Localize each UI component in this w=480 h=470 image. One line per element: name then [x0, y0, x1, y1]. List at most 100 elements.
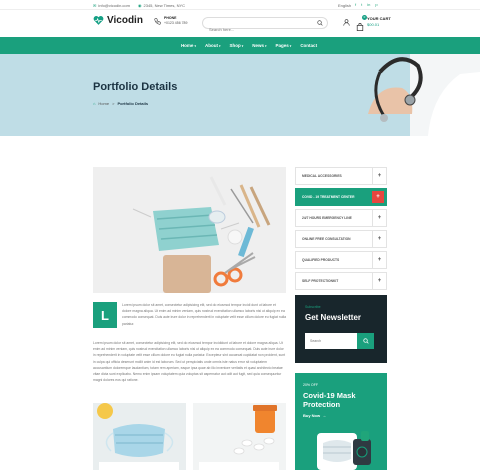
category-label: ONLINE FREE CONSULTATION — [302, 237, 351, 241]
cart-total: $00.01 — [367, 22, 380, 27]
phone-block: PHONE +0123 456 789 — [154, 16, 187, 26]
category-label: QUALIFIED PRODUCTS — [302, 258, 340, 262]
promo-banner: 20% OFF Covid-19 Mask Protection Buy Now… — [295, 373, 387, 470]
newsletter-subtitle: Subscribe — [305, 305, 321, 309]
nav-about[interactable]: About ▾ — [205, 43, 221, 48]
cart-icon-wrap: 0 — [356, 15, 367, 31]
medical-supplies-illustration — [93, 167, 286, 293]
logo[interactable]: Vicodin — [93, 15, 143, 26]
brand-name: Vicodin — [107, 15, 143, 26]
search-icon[interactable] — [317, 20, 323, 26]
category-item[interactable]: MEDICAL ACCESSORIES + — [295, 167, 387, 185]
language-selector[interactable]: English — [338, 3, 351, 8]
search-bar — [202, 17, 328, 35]
language-label: English — [338, 3, 352, 8]
category-label: COVID - 19 TREATMENT CENTER — [302, 195, 355, 199]
main-nav: Home ▾ About ▾ Shop ▾ News ▾ Pages ▾ Contact — [0, 37, 480, 54]
surgical-mask-image — [93, 403, 186, 470]
phone-text: PHONE +0123 456 789 — [164, 16, 187, 26]
nav-pages-label: Pages — [275, 43, 289, 48]
mail-icon: ✉ — [93, 3, 97, 8]
category-item[interactable]: ONLINE FREE CONSULTATION + — [295, 230, 387, 248]
search-icon — [362, 338, 369, 344]
phone-number[interactable]: +0123 456 789 — [164, 21, 187, 25]
nav-home[interactable]: Home ▾ — [181, 43, 196, 48]
portfolio-main-image — [93, 167, 286, 293]
top-bar: ✉ info@vicodin.com ◉ 2345, New Times, NY… — [0, 0, 480, 10]
doctor-stethoscope-image — [368, 54, 480, 136]
plus-icon: + — [372, 273, 386, 289]
newsletter-submit-button[interactable] — [357, 333, 374, 349]
article-body-paragraph: Lorem ipsum dolor sit amet, consectetur … — [93, 341, 286, 383]
page-title: Portfolio Details — [93, 81, 178, 93]
card-caption-bar — [199, 462, 279, 470]
category-item[interactable]: 24/7 HOURS EMERGENCY LINE + — [295, 209, 387, 227]
nav-shop[interactable]: Shop ▾ — [229, 43, 243, 48]
nav-shop-label: Shop — [229, 43, 241, 48]
breadcrumb-separator: > — [112, 101, 115, 106]
plus-icon: + — [372, 210, 386, 226]
user-icon[interactable] — [343, 19, 350, 26]
newsletter-title: Get Newsletter — [305, 313, 362, 322]
newsletter-email-input[interactable] — [305, 333, 357, 349]
cart[interactable]: 0 YOUR CART $00.01 — [356, 15, 391, 31]
category-label: MEDICAL ACCESSORIES — [302, 174, 342, 178]
plus-icon: + — [372, 168, 386, 184]
top-email[interactable]: info@vicodin.com — [98, 3, 130, 8]
top-contact: ✉ info@vicodin.com ◉ 2345, New Times, NY… — [93, 3, 185, 8]
buy-now-button[interactable]: Buy Now → — [303, 413, 326, 418]
phone-icon — [154, 17, 161, 25]
nav-news-label: News — [252, 43, 265, 48]
chevron-down-icon: ▾ — [194, 43, 196, 48]
category-item-active[interactable]: COVID - 19 TREATMENT CENTER + — [295, 188, 387, 206]
breadcrumb-home[interactable]: Home — [98, 101, 109, 106]
search-input[interactable] — [203, 24, 313, 35]
site-header: Vicodin PHONE +0123 456 789 0 YOUR CART — [0, 10, 480, 37]
location-icon: ◉ — [138, 3, 142, 8]
promo-title: Covid-19 Mask Protection — [303, 391, 356, 409]
social-links: f t in p — [355, 2, 378, 7]
breadcrumb: ⌂ Home > Portfolio Details — [93, 101, 148, 106]
breadcrumb-current: Portfolio Details — [117, 101, 149, 106]
category-item[interactable]: QUALIFIED PRODUCTS + — [295, 251, 387, 269]
face-mask-product-image — [317, 431, 371, 470]
dropcap: L — [93, 302, 117, 328]
twitter-icon[interactable]: t — [361, 2, 362, 7]
related-card-mask[interactable] — [93, 403, 186, 470]
cart-text: YOUR CART $00.01 — [367, 16, 391, 28]
nav-contact[interactable]: Contact — [300, 43, 317, 48]
pinterest-icon[interactable]: p — [375, 2, 377, 7]
nav-home-label: Home — [180, 43, 194, 48]
arrow-right-icon: → — [322, 413, 327, 418]
card-caption-bar — [99, 462, 179, 470]
home-icon: ⌂ — [93, 101, 96, 106]
promo-discount: 20% OFF — [303, 383, 318, 387]
chevron-down-icon: ▾ — [289, 43, 292, 48]
article-intro-paragraph: Lorem ipsum dolor sit amet, consectetur … — [122, 303, 286, 326]
facebook-icon[interactable]: f — [355, 2, 356, 7]
plus-icon: + — [372, 252, 386, 268]
related-card-pills[interactable] — [193, 403, 286, 470]
newsletter-widget: Subscribe Get Newsletter — [295, 295, 387, 363]
page-hero: Portfolio Details ⌂ Home > Portfolio Det… — [0, 54, 480, 136]
pill-bottle-image — [193, 403, 286, 470]
top-address: 2345, New Times, NYC — [143, 3, 186, 8]
category-list: MEDICAL ACCESSORIES + COVID - 19 TREATMEN… — [295, 167, 387, 293]
shopping-bag-icon — [356, 23, 364, 31]
nav-pages[interactable]: Pages ▾ — [276, 43, 292, 48]
cart-count-badge: 0 — [362, 15, 367, 20]
nav-news[interactable]: News ▾ — [252, 43, 266, 48]
category-label: 24/7 HOURS EMERGENCY LINE — [302, 216, 352, 220]
chevron-down-icon: ▾ — [218, 43, 221, 48]
plus-icon: + — [372, 191, 384, 203]
plus-icon: + — [372, 231, 386, 247]
chevron-down-icon: ▾ — [241, 43, 244, 48]
nav-contact-label: Contact — [300, 43, 318, 48]
category-label: SELF PROTECTIONKIT — [302, 279, 339, 283]
nav-about-label: About — [204, 43, 218, 48]
category-item[interactable]: SELF PROTECTIONKIT + — [295, 272, 387, 290]
chevron-down-icon: ▾ — [265, 43, 267, 48]
buy-now-label: Buy Now — [303, 413, 321, 418]
heart-logo-icon — [93, 16, 104, 25]
linkedin-icon[interactable]: in — [367, 2, 370, 7]
